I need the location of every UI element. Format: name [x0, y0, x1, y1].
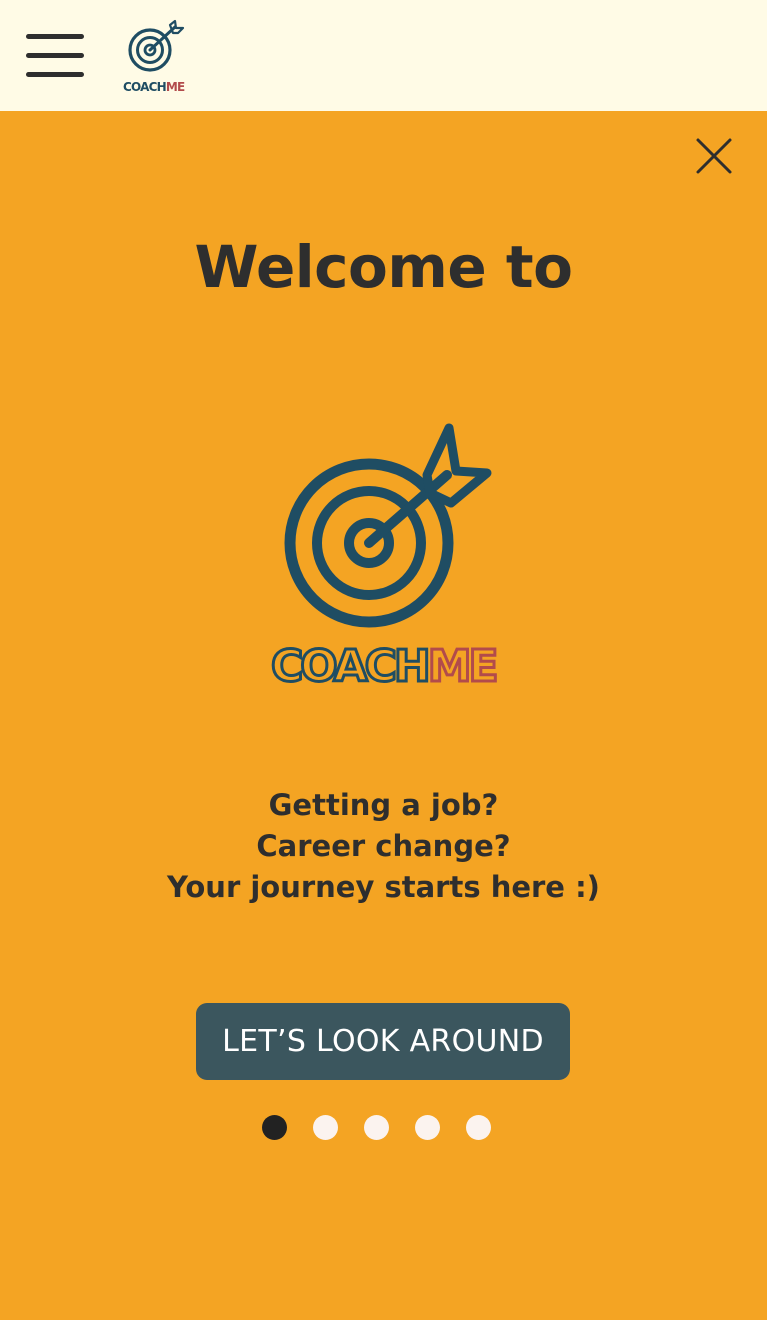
- hamburger-menu-icon[interactable]: [26, 32, 86, 82]
- close-icon[interactable]: [695, 137, 733, 175]
- menu-line: [26, 72, 84, 77]
- pagination-dot-1[interactable]: [262, 1115, 287, 1140]
- pagination-dot-2[interactable]: [313, 1115, 338, 1140]
- brand-part-2: ME: [428, 641, 496, 683]
- tagline-line: Career change?: [256, 829, 511, 863]
- lets-look-around-button[interactable]: LET’S LOOK AROUND: [196, 1003, 570, 1080]
- pagination-dot-5[interactable]: [466, 1115, 491, 1140]
- coachme-main-logo: COACHME: [270, 423, 500, 683]
- target-arrow-icon: [284, 423, 492, 628]
- welcome-title: Welcome to: [194, 233, 573, 301]
- brand-part-2: ME: [166, 80, 185, 94]
- target-arrow-icon: [128, 19, 185, 72]
- menu-line: [26, 34, 84, 39]
- brand-part-1: COACH: [271, 641, 428, 683]
- tagline: Getting a job? Career change? Your journ…: [0, 785, 767, 908]
- brand-text: COACHME: [123, 80, 185, 94]
- tagline-line: Your journey starts here :): [167, 870, 600, 904]
- pagination-dots: [262, 1115, 491, 1141]
- top-app-bar: COACHME: [0, 0, 767, 111]
- coachme-logo[interactable]: COACHME: [120, 18, 190, 96]
- onboarding-overlay: Welcome to COACHME Getting a job? Career…: [0, 111, 767, 1320]
- menu-line: [26, 53, 84, 58]
- tagline-line: Getting a job?: [268, 788, 499, 822]
- pagination-dot-3[interactable]: [364, 1115, 389, 1140]
- brand-text: COACHME: [271, 641, 496, 683]
- brand-part-1: COACH: [123, 80, 166, 94]
- pagination-dot-4[interactable]: [415, 1115, 440, 1140]
